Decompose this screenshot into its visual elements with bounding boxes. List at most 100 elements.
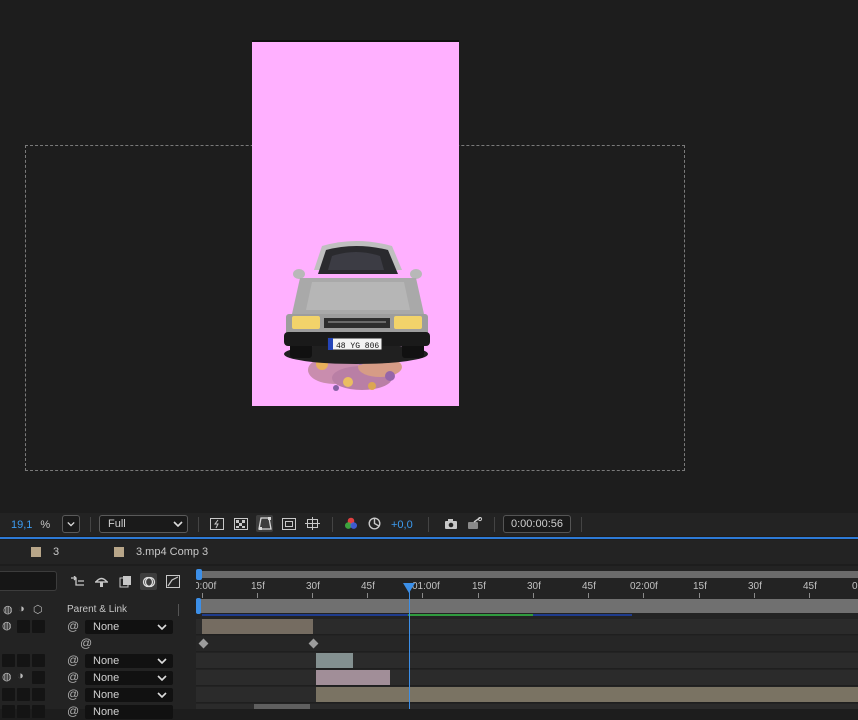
layer-clip[interactable] (202, 619, 313, 634)
layer-column-header: ◍ ◑ ⬡ Parent & Link (0, 602, 196, 618)
ruler-label: 30f (748, 581, 762, 592)
composition-flowchart-icon[interactable] (69, 573, 86, 590)
solo-switch[interactable] (17, 705, 30, 718)
parent-dropdown[interactable]: None (85, 705, 173, 719)
parent-dropdown[interactable]: None (85, 654, 173, 668)
tab-comp-3[interactable]: 3 (31, 546, 59, 558)
layer-frame[interactable]: 48 YG 806 (252, 40, 459, 406)
solo-switch[interactable] (17, 654, 30, 667)
parent-dropdown[interactable]: None (85, 620, 173, 634)
label-color-swatch (31, 547, 41, 557)
lock-switch[interactable] (32, 654, 45, 667)
shy-layers-icon[interactable] (93, 573, 110, 590)
lock-switch[interactable] (32, 705, 45, 718)
timecode-text: 0:00:00:56 (511, 518, 563, 530)
parent-value: None (93, 655, 120, 667)
video-visibility-icon[interactable]: ◍ (2, 670, 12, 683)
reset-exposure-icon[interactable] (366, 515, 383, 532)
layer-row[interactable]: @ None (0, 704, 196, 720)
lock-column-icon[interactable]: ⬡ (33, 603, 43, 616)
region-of-interest-icon[interactable] (280, 515, 297, 532)
layer-track[interactable] (196, 670, 858, 686)
zoom-unit: % (40, 518, 51, 531)
layer-row[interactable]: @ None (0, 687, 196, 703)
layer-outline-panel: ◍ ◑ ⬡ Parent & Link ◍ @ None @ @ None ◍ … (0, 566, 196, 719)
pick-whip-icon[interactable]: @ (67, 670, 79, 684)
zoom-readout[interactable]: 19,1 % (11, 515, 50, 534)
lock-switch[interactable] (32, 671, 45, 684)
ruler-label: 02:00f (630, 581, 658, 592)
resolution-dropdown[interactable]: Full (99, 515, 188, 533)
parent-dropdown[interactable]: None (85, 688, 173, 702)
ruler-label: 45f (361, 581, 375, 592)
layer-clip[interactable] (316, 670, 390, 685)
frame-blending-icon[interactable] (117, 573, 134, 590)
chevron-down-icon (173, 521, 183, 527)
pick-whip-icon[interactable]: @ (67, 687, 79, 701)
lock-switch[interactable] (32, 688, 45, 701)
show-snapshot-icon[interactable] (466, 515, 483, 532)
work-area-bar[interactable] (196, 599, 858, 613)
parent-value: None (93, 689, 120, 701)
mask-visibility-icon[interactable] (256, 515, 273, 532)
lock-switch[interactable] (32, 620, 45, 633)
layer-search-input[interactable] (0, 571, 57, 591)
layer-track[interactable] (196, 653, 858, 669)
solo-icon[interactable]: ◑ (17, 670, 24, 682)
solo-switch[interactable] (17, 620, 30, 633)
layer-row[interactable]: ◍ ◑ @ None (0, 670, 196, 686)
camera-snapshot-icon[interactable] (442, 515, 459, 532)
graph-editor-icon[interactable] (164, 573, 181, 590)
parent-value: None (93, 672, 120, 684)
property-track[interactable] (196, 636, 858, 652)
transparency-grid-icon[interactable] (232, 515, 249, 532)
pick-whip-icon[interactable]: @ (67, 619, 79, 633)
video-visibility-icon[interactable]: ◍ (2, 619, 12, 632)
video-switch[interactable] (2, 688, 15, 701)
separator (90, 517, 91, 532)
layer-track[interactable] (196, 687, 858, 703)
ruler-label: 45f (803, 581, 817, 592)
layer-track[interactable] (196, 704, 858, 709)
layer-row[interactable]: @ None (0, 653, 196, 669)
playhead-handle[interactable] (403, 583, 415, 593)
solo-switch[interactable] (17, 688, 30, 701)
composition-viewer[interactable]: 48 YG 806 (0, 0, 858, 510)
current-time-display[interactable]: 0:00:00:56 (503, 515, 571, 533)
ruler-label: 30f (306, 581, 320, 592)
video-switch[interactable] (2, 654, 15, 667)
label-color-swatch (114, 547, 124, 557)
playhead-line[interactable] (409, 584, 410, 709)
ruler-tick (312, 593, 313, 598)
time-ruler[interactable]: 0:00f 15f 30f 45f 01:00f 15f 30f 45f 02:… (196, 579, 858, 598)
work-area-start-handle[interactable] (196, 598, 201, 614)
time-navigator-bar[interactable] (196, 571, 858, 578)
zoom-dropdown-button[interactable] (62, 515, 80, 533)
ruler-tick (754, 593, 755, 598)
pick-whip-icon[interactable]: @ (67, 704, 79, 718)
audio-video-column-icon[interactable]: ◍ (3, 603, 13, 616)
exposure-text: +0,0 (391, 518, 413, 531)
ruler-tick (367, 593, 368, 598)
layer-clip[interactable] (316, 653, 353, 668)
layer-track[interactable] (196, 619, 858, 635)
layer-clip[interactable] (316, 687, 858, 702)
keyframe[interactable] (198, 638, 209, 649)
ruler-label: 15f (693, 581, 707, 592)
solo-column-icon[interactable]: ◑ (18, 603, 25, 615)
tab-comp-3-mp4[interactable]: 3.mp4 Comp 3 (114, 546, 208, 558)
channels-icon[interactable] (342, 515, 359, 532)
keyframe[interactable] (308, 638, 319, 649)
fast-previews-icon[interactable] (208, 515, 225, 532)
timeline-graph[interactable]: 0:00f 15f 30f 45f 01:00f 15f 30f 45f 02:… (196, 566, 858, 709)
resolution-value: Full (108, 518, 126, 530)
pick-whip-icon[interactable]: @ (67, 653, 79, 667)
layer-row[interactable]: ◍ @ None (0, 619, 196, 635)
motion-blur-icon[interactable] (140, 573, 157, 590)
pick-whip-icon[interactable]: @ (80, 636, 92, 650)
layer-clip[interactable] (254, 704, 310, 709)
exposure-value[interactable]: +0,0 (391, 515, 413, 534)
video-switch[interactable] (2, 705, 15, 718)
parent-dropdown[interactable]: None (85, 671, 173, 685)
grid-guides-icon[interactable] (304, 515, 321, 532)
